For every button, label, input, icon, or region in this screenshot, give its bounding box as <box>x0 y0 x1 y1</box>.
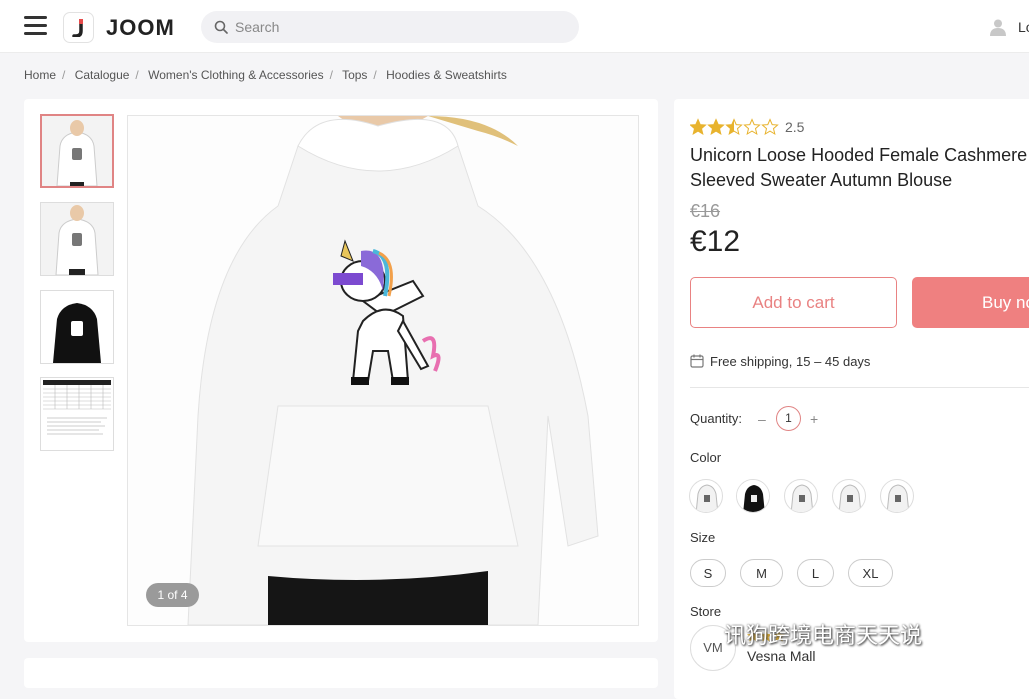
product-title-line-1: Unicorn Loose Hooded Female Cashmere T <box>690 145 1029 165</box>
breadcrumb-hoodies[interactable]: Hoodies & Sweatshirts <box>386 68 507 82</box>
rating-stars <box>690 118 779 136</box>
rating-value: 2.5 <box>785 119 805 135</box>
rating-star-4 <box>743 118 761 136</box>
shipping-info: Free shipping, 15 – 45 days <box>690 354 870 369</box>
image-counter: 1 of 4 <box>146 583 199 607</box>
thumbnail-4-size-chart[interactable] <box>40 377 114 451</box>
thumbnail-3[interactable] <box>40 290 114 364</box>
quantity-decrease-button[interactable]: – <box>758 411 766 427</box>
size-option-s[interactable]: S <box>690 559 726 587</box>
color-swatch-white-2[interactable] <box>784 479 818 513</box>
store-label: Store <box>690 604 722 619</box>
add-to-cart-button[interactable]: Add to cart <box>690 277 897 328</box>
color-swatch-black[interactable] <box>736 479 770 513</box>
search-icon <box>214 20 228 34</box>
search-input[interactable] <box>235 11 565 43</box>
rating-star-1 <box>690 118 707 136</box>
color-swatch-white-1[interactable] <box>689 479 723 513</box>
buy-now-button[interactable]: Buy no <box>912 277 1029 328</box>
shipping-text: Free shipping, 15 – 45 days <box>710 354 871 369</box>
store-name[interactable]: Vesna Mall <box>747 648 815 664</box>
quantity-increase-button[interactable]: + <box>810 411 818 427</box>
description-card <box>24 658 658 688</box>
menu-icon[interactable] <box>24 16 47 36</box>
top-bar: JOOM Lo <box>0 0 1029 53</box>
breadcrumb-tops[interactable]: Tops <box>342 68 367 82</box>
size-option-l[interactable]: L <box>797 559 834 587</box>
product-title-line-2: Sleeved Sweater Autumn Blouse <box>690 170 953 190</box>
color-swatch-white-3[interactable] <box>832 479 866 513</box>
color-swatch-white-4[interactable] <box>880 479 914 513</box>
current-price: €12 <box>690 225 741 258</box>
logo-text[interactable]: JOOM <box>106 15 175 41</box>
size-option-m[interactable]: M <box>740 559 783 587</box>
calendar-icon <box>690 354 704 368</box>
quantity-label: Quantity: <box>690 411 743 426</box>
divider <box>690 387 1029 388</box>
login-link[interactable]: Lo <box>1018 19 1029 35</box>
logo-icon[interactable] <box>63 12 94 43</box>
product-title: Unicorn Loose Hooded Female Cashmere T S… <box>690 143 1029 193</box>
color-label: Color <box>690 450 722 465</box>
watermark-text: 讯狗跨境电商天天说 <box>724 623 923 648</box>
rating-star-3 <box>725 118 743 136</box>
breadcrumb-womens-clothing[interactable]: Women's Clothing & Accessories <box>148 68 323 82</box>
breadcrumb-catalogue[interactable]: Catalogue <box>75 68 130 82</box>
thumbnail-2[interactable] <box>40 202 114 276</box>
size-option-xl[interactable]: XL <box>848 559 893 587</box>
main-product-image[interactable] <box>127 115 639 626</box>
size-label: Size <box>690 530 716 545</box>
old-price: €16 <box>690 201 721 221</box>
rating-star-2 <box>707 118 725 136</box>
gallery-card <box>24 99 658 642</box>
user-icon[interactable] <box>989 18 1007 36</box>
quantity-value[interactable]: 1 <box>776 406 801 431</box>
breadcrumb-home[interactable]: Home <box>24 68 56 82</box>
search-bar[interactable] <box>201 11 579 43</box>
thumbnail-1[interactable] <box>40 114 114 188</box>
rating-star-5 <box>761 118 779 136</box>
breadcrumb: Home / Catalogue / Women's Clothing & Acce… <box>24 68 507 82</box>
